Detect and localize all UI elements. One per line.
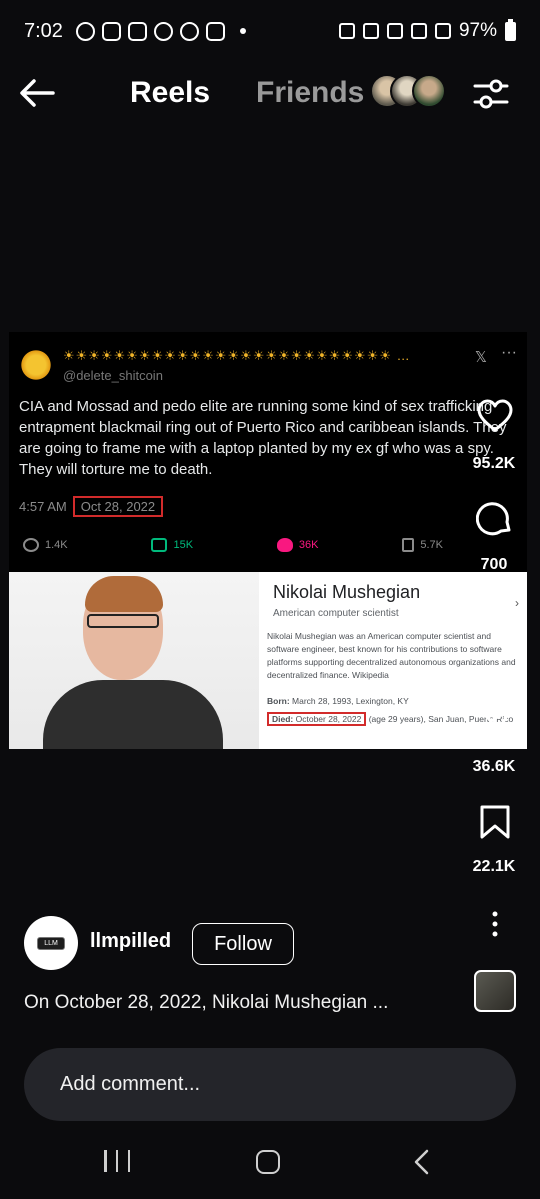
username[interactable]: llmpilled bbox=[90, 930, 171, 953]
died-highlight: Died: October 28, 2022 bbox=[267, 712, 367, 726]
tab-friends[interactable]: Friends bbox=[256, 76, 364, 110]
portrait-hair bbox=[85, 576, 163, 612]
filter-icon[interactable] bbox=[472, 76, 510, 112]
reel-save-count: 22.1K bbox=[472, 858, 516, 875]
home-icon[interactable] bbox=[256, 1150, 280, 1174]
x-logo-icon: 𝕏 bbox=[474, 349, 487, 366]
add-comment-field[interactable]: Add comment... bbox=[24, 1048, 516, 1121]
died-date: October 28, 2022 bbox=[295, 714, 362, 724]
bookmark-save-icon[interactable] bbox=[476, 804, 514, 840]
wiki-name: Nikolai Mushegian bbox=[273, 582, 421, 602]
tweet-more-icon: ··· bbox=[501, 344, 517, 361]
tweet-text: CIA and Mossad and pedo elite are runnin… bbox=[19, 398, 507, 478]
reply-icon bbox=[23, 538, 39, 552]
more-notifications-icon bbox=[239, 28, 246, 34]
wiki-panel: Nikolai Mushegian American computer scie… bbox=[9, 572, 527, 749]
chevron-right-icon: › bbox=[515, 596, 519, 610]
tweet-likes: 36K bbox=[276, 538, 319, 552]
user-avatar[interactable]: LLM bbox=[24, 916, 78, 970]
heart-icon[interactable] bbox=[476, 398, 514, 434]
retweet-count: 15K bbox=[173, 539, 194, 551]
portrait-shirt bbox=[43, 680, 223, 749]
threads-notification-icon bbox=[75, 21, 95, 41]
tab-reels[interactable]: Reels bbox=[130, 76, 210, 110]
nfc-icon bbox=[338, 23, 355, 39]
instagram-notification-icon bbox=[101, 21, 121, 41]
wiki-description: Nikolai Mushegian was an American comput… bbox=[267, 631, 516, 680]
retweet-icon bbox=[151, 538, 168, 552]
portrait-glasses bbox=[87, 614, 159, 628]
threads-notification-icon-2 bbox=[179, 21, 199, 41]
sun-emoji-row-icon: ☀☀☀☀☀☀☀☀☀☀☀☀☀☀☀☀☀☀☀☀☀☀☀☀☀☀ … bbox=[63, 348, 411, 363]
friend-avatars[interactable] bbox=[370, 74, 446, 110]
wiki-born: Born: March 28, 1993, Lexington, KY bbox=[267, 696, 409, 706]
reel-caption[interactable]: On October 28, 2022, Nikolai Mushegian .… bbox=[24, 992, 388, 1014]
tweet-bookmarks: 5.7K bbox=[402, 538, 443, 552]
messenger-notification-icon bbox=[153, 21, 173, 41]
friend-avatar-3 bbox=[412, 74, 446, 108]
reel-video[interactable]: ☀☀☀☀☀☀☀☀☀☀☀☀☀☀☀☀☀☀☀☀☀☀☀☀☀☀ … @delete_shi… bbox=[9, 332, 527, 749]
tweet-header: ☀☀☀☀☀☀☀☀☀☀☀☀☀☀☀☀☀☀☀☀☀☀☀☀☀☀ … @delete_shi… bbox=[19, 344, 517, 388]
reel-comment-count: 700 bbox=[480, 556, 508, 573]
tweet-actions: 1.4K 15K 36K 5.7K bbox=[23, 538, 443, 552]
tweet-date: Oct 28, 2022 bbox=[72, 496, 164, 517]
audio-thumbnail[interactable] bbox=[474, 970, 516, 1012]
avatar-label: LLM bbox=[37, 936, 65, 950]
portrait-photo bbox=[9, 572, 259, 749]
bookmark-icon bbox=[402, 538, 415, 552]
battery-percent: 97% bbox=[458, 20, 497, 41]
tweet-retweets: 15K bbox=[151, 538, 193, 552]
tweet-timestamp: 4:57 AM Oct 28, 2022 bbox=[19, 496, 164, 517]
system-nav-bar bbox=[0, 1130, 540, 1199]
tweet-time: 4:57 AM bbox=[19, 499, 67, 514]
heart-filled-icon bbox=[276, 538, 293, 552]
tweet-handle: @delete_shitcoin bbox=[63, 368, 163, 383]
mute-icon bbox=[386, 23, 403, 39]
reels-header: Reels Friends bbox=[0, 62, 540, 126]
alarm-icon bbox=[362, 23, 379, 39]
follow-button[interactable]: Follow bbox=[192, 923, 294, 965]
signal-icon bbox=[434, 23, 451, 39]
reply-count: 1.4K bbox=[45, 539, 68, 551]
nav-back-icon[interactable] bbox=[410, 1148, 432, 1176]
comment-icon[interactable] bbox=[476, 500, 514, 536]
status-time: 7:02 bbox=[24, 19, 63, 42]
status-bar: 7:02 97% bbox=[0, 0, 540, 62]
like-count: 36K bbox=[298, 539, 319, 551]
instagram-notification-icon-2 bbox=[205, 21, 225, 41]
recent-apps-icon[interactable] bbox=[104, 1150, 130, 1174]
back-arrow-icon[interactable] bbox=[18, 76, 56, 110]
wifi-icon bbox=[410, 23, 427, 39]
born-label: Born: bbox=[267, 696, 290, 706]
born-value: March 28, 1993, Lexington, KY bbox=[292, 696, 409, 706]
died-label: Died: bbox=[272, 714, 294, 724]
share-icon[interactable] bbox=[476, 704, 514, 740]
reel-share-count: 36.6K bbox=[472, 758, 516, 775]
more-options-icon[interactable] bbox=[485, 910, 505, 940]
battery-icon bbox=[505, 18, 516, 41]
sun-avatar-icon bbox=[19, 348, 53, 382]
discord-notification-icon bbox=[127, 21, 147, 41]
wiki-role: American computer scientist bbox=[273, 608, 399, 619]
reel-like-count: 95.2K bbox=[472, 455, 516, 472]
bookmark-count: 5.7K bbox=[420, 539, 443, 551]
add-comment-placeholder: Add comment... bbox=[60, 1073, 201, 1095]
tweet-replies: 1.4K bbox=[23, 538, 68, 552]
